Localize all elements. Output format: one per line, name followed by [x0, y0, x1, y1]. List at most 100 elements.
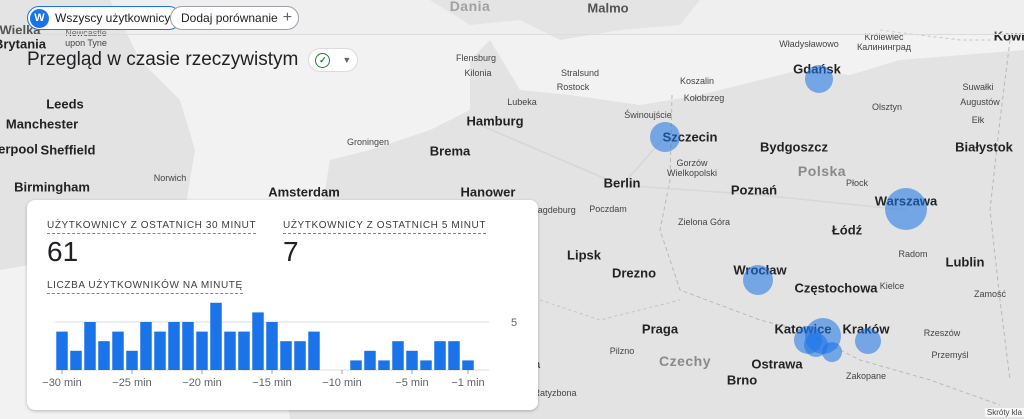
chart-bar[interactable]	[70, 350, 82, 370]
chart-bar[interactable]	[308, 331, 320, 370]
map-label: Manchester	[5, 116, 79, 132]
map-label: upon Tyne	[65, 38, 107, 48]
map-label: Ostrawa	[751, 356, 803, 372]
map-label: Kołobrzeg	[683, 93, 725, 103]
chart-bar[interactable]	[98, 341, 110, 370]
map-label: Radom	[898, 249, 928, 259]
segment-badge-icon: W	[30, 8, 49, 28]
map-label: Zamość	[973, 289, 1007, 299]
map-label: Władysławowo	[779, 39, 839, 49]
chart-x-tick-label: −25 min	[112, 377, 151, 389]
user-bubble[interactable]	[805, 65, 833, 93]
map-label: Groningen	[346, 137, 390, 147]
map-label: Berlin	[603, 175, 641, 191]
map-label: Rostock	[556, 82, 590, 92]
map-label: Flensburg	[455, 53, 497, 63]
map-label: Norwich	[153, 173, 187, 183]
map-label: Ełk	[971, 115, 985, 125]
chart-bar[interactable]	[434, 341, 446, 370]
chart-bar[interactable]	[350, 360, 362, 370]
map-label: Kielce	[879, 281, 905, 291]
map-label: Hamburg	[466, 113, 524, 129]
chart-x-tick-label: −1 min	[451, 377, 484, 389]
map-label: Płock	[845, 178, 869, 188]
chart-bar[interactable]	[154, 331, 166, 370]
map-label: Wielkopolski	[666, 168, 718, 178]
map-label: Drezno	[611, 265, 657, 281]
map-label: Rzeszów	[923, 328, 961, 338]
user-bubble[interactable]	[855, 328, 881, 354]
chart-bar[interactable]	[224, 331, 236, 370]
map-label: Białystok	[955, 139, 1013, 155]
map-footer-attribution[interactable]: Skróty kla	[984, 408, 1024, 417]
map-label: Birmingham	[14, 179, 90, 195]
all-users-chip[interactable]: W Wszyscy użytkownicy	[27, 6, 182, 30]
map-label: Ratyzbona	[533, 388, 577, 398]
chart-x-tick-label: −20 min	[182, 377, 221, 389]
add-comparison-button[interactable]: Dodaj porównanie +	[170, 6, 300, 30]
map-label: Brno	[726, 372, 758, 388]
map-label: Stralsund	[560, 68, 600, 78]
chart-bar[interactable]	[112, 331, 124, 370]
map-label: Praga	[641, 321, 679, 337]
chart-bar[interactable]	[196, 331, 208, 370]
chart-bar[interactable]	[126, 350, 138, 370]
chart-bar[interactable]	[462, 360, 474, 370]
map-label: Koszalin	[679, 76, 715, 86]
user-bubble[interactable]	[885, 188, 927, 230]
map-label: Lubeka	[507, 97, 537, 107]
chart-x-tick-label: −15 min	[252, 377, 291, 389]
map-label: Olsztyn	[871, 102, 903, 112]
chart-bar[interactable]	[140, 322, 152, 370]
chart-bar[interactable]	[252, 312, 264, 370]
user-bubble[interactable]	[650, 122, 680, 152]
chart-bar[interactable]	[406, 350, 418, 370]
chart-bar[interactable]	[294, 341, 306, 370]
users-per-minute-chart: 5 −30 min −25 min −20 min −15 min −10 min −5 m…	[42, 302, 517, 389]
chart-x-tick-label: −10 min	[322, 377, 361, 389]
chart-bar[interactable]	[210, 302, 222, 370]
map-label: erpool	[0, 141, 38, 157]
realtime-users-card: UŻYTKOWNICY Z OSTATNICH 30 MINUT 61 UŻYT…	[27, 200, 538, 410]
map-label: Gorzów	[676, 158, 708, 168]
map-label: Bydgoszcz	[760, 139, 828, 155]
map-label: Polska	[797, 163, 847, 179]
map-label: Łódź	[831, 222, 863, 238]
plus-icon: +	[282, 9, 293, 26]
user-bubble[interactable]	[743, 265, 773, 295]
chart-bar[interactable]	[448, 341, 460, 370]
map-label: Poczdam	[589, 204, 627, 214]
map-label: Hanower	[460, 184, 516, 200]
chart-bar[interactable]	[84, 322, 96, 370]
map-label: Lipsk	[567, 247, 601, 263]
title-row: Przegląd w czasie rzeczywistym ✓ ▼	[27, 48, 359, 72]
map-label: Świnoujście	[624, 110, 672, 120]
map-label: Lublin	[945, 254, 985, 270]
chart-bar[interactable]	[266, 322, 278, 370]
chart-bar[interactable]	[420, 360, 432, 370]
status-dropdown[interactable]: ✓ ▼	[308, 48, 359, 72]
chart-bar[interactable]	[364, 350, 376, 370]
map-label: Sheffield	[40, 142, 96, 158]
chart-x-tick-label: −5 min	[395, 377, 428, 389]
map-label: Zielona Góra	[677, 217, 731, 227]
map-label: Pilzno	[609, 346, 635, 356]
page-title: Przegląd w czasie rzeczywistym	[27, 49, 299, 70]
map-label: Kilonia	[464, 68, 492, 78]
chart-bar[interactable]	[392, 341, 404, 370]
all-users-label: Wszyscy użytkownicy	[55, 11, 171, 25]
comparison-toolbar: W Wszyscy użytkownicy Dodaj porównanie +	[0, 0, 1024, 35]
chart-bar[interactable]	[182, 322, 194, 370]
chart-bar[interactable]	[238, 331, 250, 370]
map-label: Amsterdam	[268, 184, 340, 200]
chart-bar[interactable]	[378, 360, 390, 370]
chart-bar[interactable]	[280, 341, 292, 370]
map-label: Bremа	[429, 143, 471, 159]
chart-x-tick-label: −30 min	[42, 377, 81, 389]
add-comparison-label: Dodaj porównanie	[181, 11, 278, 25]
chart-bar[interactable]	[56, 331, 68, 370]
map-label: Augustów	[960, 97, 1000, 107]
map-label: Zakopane	[845, 371, 887, 381]
user-bubble[interactable]	[822, 342, 842, 362]
chart-bar[interactable]	[168, 322, 180, 370]
